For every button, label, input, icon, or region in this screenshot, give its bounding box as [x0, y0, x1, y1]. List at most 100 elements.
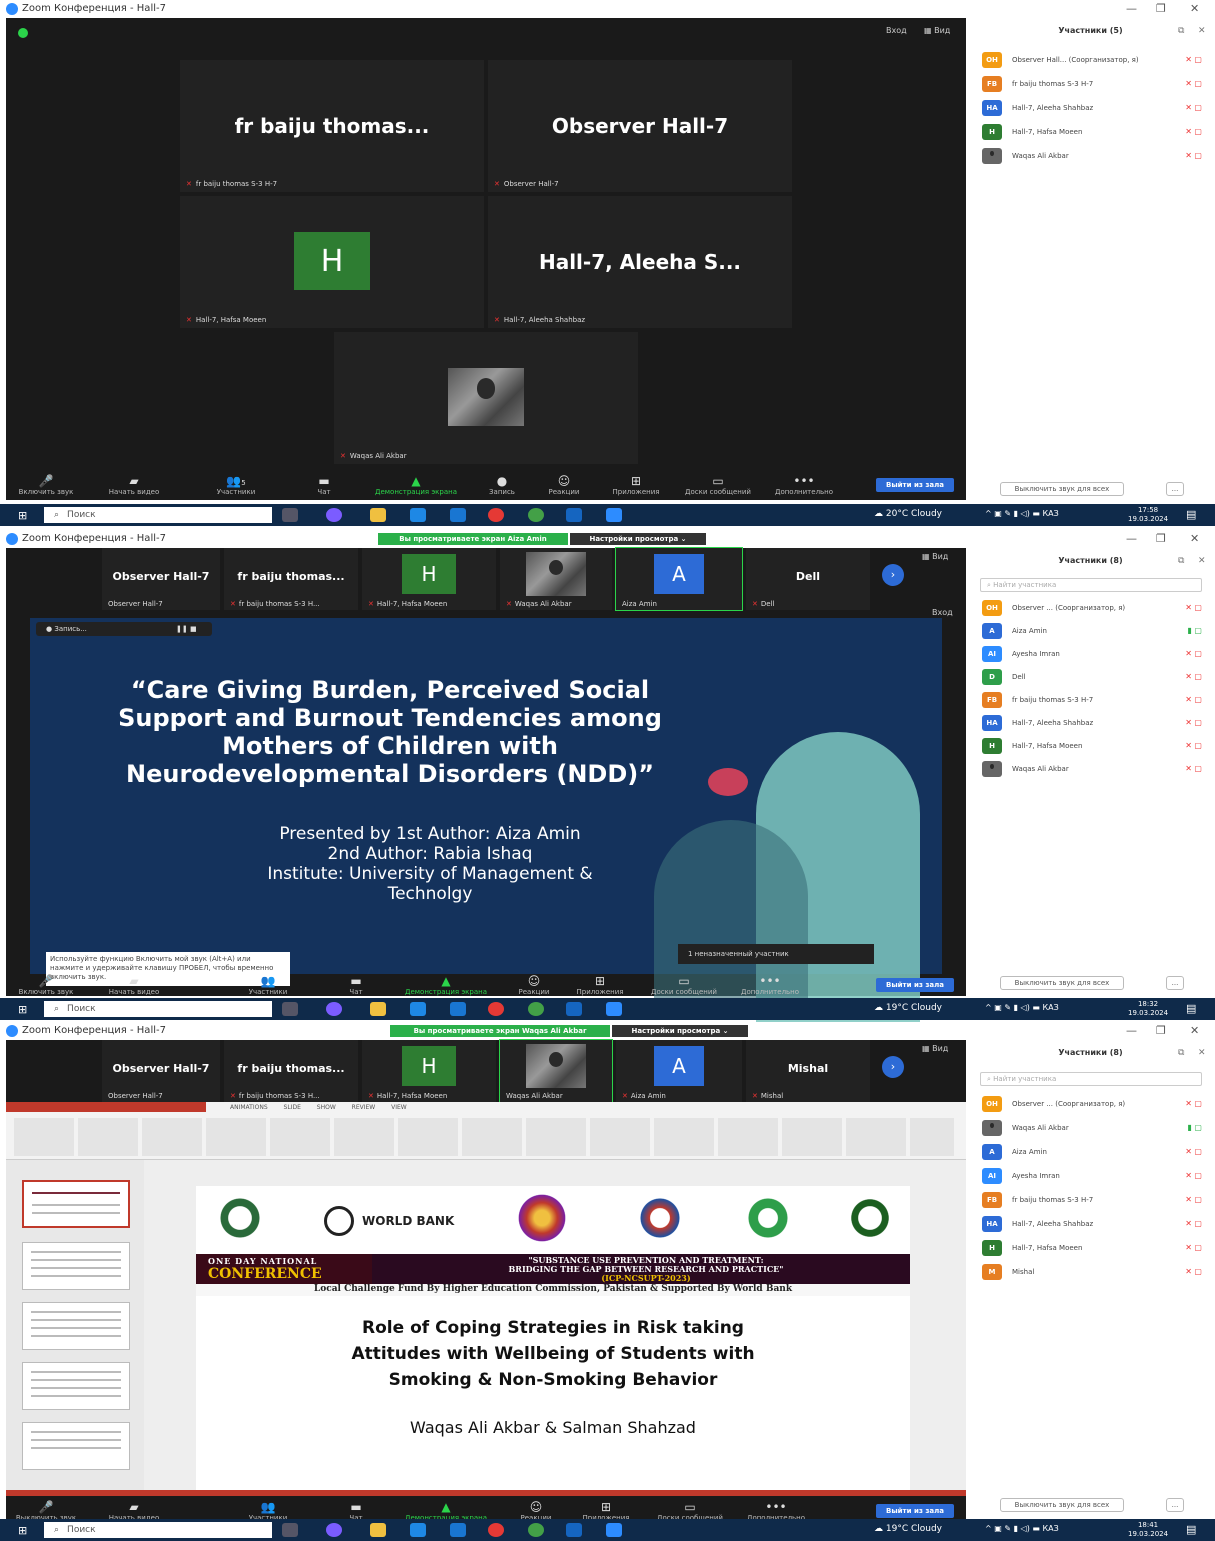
- zoom-app-icon[interactable]: [606, 1523, 622, 1537]
- clock[interactable]: 18:41 19.03.2024: [1128, 1521, 1168, 1539]
- minimize-icon[interactable]: —: [1126, 2, 1137, 15]
- strip-tile[interactable]: fr baiju thomas... ✕ fr baiju thomas S-3 H…: [224, 1040, 358, 1102]
- app-icon[interactable]: [326, 1002, 342, 1016]
- ppt-ribbon-groups[interactable]: [14, 1118, 954, 1156]
- participant-row[interactable]: HA Hall-7, Aleeha Shahbaz ✕ ▢: [982, 1216, 1202, 1234]
- slide-thumbnail[interactable]: [22, 1362, 130, 1410]
- file-explorer-icon[interactable]: [370, 508, 386, 522]
- notifications-icon[interactable]: ▤: [1186, 508, 1196, 521]
- close-panel-icon[interactable]: ✕: [1198, 26, 1206, 36]
- video-tile[interactable]: Observer Hall-7 ✕ Observer Hall-7: [488, 60, 792, 192]
- strip-tile[interactable]: Observer Hall-7 Observer Hall-7: [102, 548, 220, 610]
- reactions-button[interactable]: ☺ Реакции: [499, 974, 569, 996]
- leave-room-button[interactable]: Выйти из зала: [876, 978, 954, 992]
- participant-row[interactable]: FB fr baiju thomas S-3 H-7 ✕ ▢: [982, 76, 1202, 94]
- unassigned-notice[interactable]: 1 неназначенный участник: [678, 944, 874, 964]
- system-tray[interactable]: ^ ▣ ✎ ▮ ◁) ▬ КАЗ: [985, 509, 1059, 518]
- view-options-button[interactable]: Настройки просмотра ⌄: [612, 1025, 748, 1037]
- reactions-button[interactable]: ☺ Реакции: [529, 474, 599, 496]
- mail-icon[interactable]: [450, 1002, 466, 1016]
- participant-row[interactable]: AI Ayesha Imran ✕ ▢: [982, 646, 1202, 664]
- task-view-icon[interactable]: [282, 1523, 298, 1537]
- more-options-button[interactable]: ...: [1166, 976, 1184, 990]
- mail-icon[interactable]: [450, 1523, 466, 1537]
- clock[interactable]: 17:58 19.03.2024: [1128, 506, 1168, 524]
- popout-icon[interactable]: ⧉: [1178, 556, 1184, 566]
- restore-icon[interactable]: ❐: [1156, 2, 1166, 15]
- view-button[interactable]: ▦ Вид: [924, 26, 950, 35]
- participant-row[interactable]: AI Ayesha Imran ✕ ▢: [982, 1168, 1202, 1186]
- whiteboards-button[interactable]: ▭ Доски сообщений: [673, 474, 763, 496]
- view-options-button[interactable]: Настройки просмотра ⌄: [570, 533, 706, 545]
- close-icon[interactable]: ✕: [1190, 1024, 1199, 1037]
- view-button[interactable]: ▦ Вид: [922, 552, 948, 561]
- leave-room-button[interactable]: Выйти из зала: [876, 478, 954, 492]
- start-video-button[interactable]: ▰ Начать видео: [99, 474, 169, 496]
- next-page-icon[interactable]: ›: [882, 564, 904, 586]
- participant-row[interactable]: Waqas Ali Akbar ✕ ▢: [982, 761, 1202, 779]
- participant-search-input[interactable]: ⌕ Найти участника: [980, 1072, 1202, 1086]
- minimize-icon[interactable]: —: [1126, 1024, 1137, 1037]
- share-screen-button[interactable]: ▲ Демонстрация экрана: [396, 974, 496, 996]
- mute-all-button[interactable]: Выключить звук для всех: [1000, 976, 1124, 990]
- unmute-button[interactable]: 🎤 Включить звук: [11, 974, 81, 996]
- windows-start-icon[interactable]: ⊞: [18, 1524, 27, 1537]
- taskbar-search[interactable]: ⌕ Поиск: [44, 1001, 272, 1017]
- task-view-icon[interactable]: [282, 1002, 298, 1016]
- mute-all-button[interactable]: Выключить звук для всех: [1000, 482, 1124, 496]
- participant-row[interactable]: HA Hall-7, Aleeha Shahbaz ✕ ▢: [982, 715, 1202, 733]
- apps-button[interactable]: ⊞ Приложения: [565, 974, 635, 996]
- close-icon[interactable]: ✕: [1190, 532, 1199, 545]
- windows-start-icon[interactable]: ⊞: [18, 1003, 27, 1016]
- video-tile[interactable]: H ✕ Hall-7, Hafsa Moeen: [180, 196, 484, 328]
- slide-thumbnail[interactable]: [22, 1242, 130, 1290]
- slide-thumbnail[interactable]: [22, 1302, 130, 1350]
- weather-widget[interactable]: ☁ 19°C Cloudy: [874, 1524, 942, 1534]
- taskbar-search[interactable]: ⌕ Поиск: [44, 1522, 272, 1538]
- close-panel-icon[interactable]: ✕: [1198, 1048, 1206, 1058]
- participant-row[interactable]: Waqas Ali Akbar ▮ ▢: [982, 1120, 1202, 1138]
- video-tile[interactable]: Hall-7, Aleeha S... ✕ Hall-7, Aleeha Shah…: [488, 196, 792, 328]
- more-options-button[interactable]: ...: [1166, 482, 1184, 496]
- participant-row[interactable]: OH Observer ... (Соорганизатор, я) ✕ ▢: [982, 1096, 1202, 1114]
- strip-tile[interactable]: ✕ Waqas Ali Akbar: [500, 548, 612, 610]
- taskbar-search[interactable]: ⌕ Поиск: [44, 507, 272, 523]
- restore-icon[interactable]: ❐: [1156, 1024, 1166, 1037]
- clock[interactable]: 18:32 19.03.2024: [1128, 1000, 1168, 1018]
- slide-thumbnail[interactable]: [22, 1180, 130, 1228]
- slide-thumbnail[interactable]: [22, 1422, 130, 1470]
- strip-tile[interactable]: Waqas Ali Akbar: [499, 1039, 613, 1103]
- participant-row[interactable]: A Aiza Amin ▮ ▢: [982, 623, 1202, 641]
- ppt-tabs[interactable]: ANIMATIONS SLIDE SHOW REVIEW VIEW: [230, 1104, 407, 1111]
- chrome-icon[interactable]: [488, 508, 504, 522]
- more-options-button[interactable]: ...: [1166, 1498, 1184, 1512]
- calendar-icon[interactable]: [410, 1523, 426, 1537]
- participant-row[interactable]: H Hall-7, Hafsa Moeen ✕ ▢: [982, 738, 1202, 756]
- strip-tile[interactable]: Mishal ✕ Mishal: [746, 1040, 870, 1102]
- apps-button[interactable]: ⊞ Приложения: [601, 474, 671, 496]
- popout-icon[interactable]: ⧉: [1178, 26, 1184, 36]
- word-icon[interactable]: [566, 1523, 582, 1537]
- strip-tile[interactable]: A Aiza Amin: [615, 547, 743, 611]
- popout-icon[interactable]: ⧉: [1178, 1048, 1184, 1058]
- file-explorer-icon[interactable]: [370, 1523, 386, 1537]
- strip-tile[interactable]: A ✕ Aiza Amin: [616, 1040, 742, 1102]
- enter-link[interactable]: Вход: [886, 26, 907, 35]
- strip-tile[interactable]: fr baiju thomas... ✕ fr baiju thomas S-3 H…: [224, 548, 358, 610]
- record-button[interactable]: ● Запись: [467, 474, 537, 496]
- restore-icon[interactable]: ❐: [1156, 532, 1166, 545]
- participant-row[interactable]: FB fr baiju thomas S-3 H-7 ✕ ▢: [982, 1192, 1202, 1210]
- more-button[interactable]: ••• Дополнительно: [735, 974, 805, 996]
- participant-row[interactable]: H Hall-7, Hafsa Moeen ✕ ▢: [982, 1240, 1202, 1258]
- unmute-button[interactable]: 🎤 Включить звук: [11, 474, 81, 496]
- chrome-profile-icon[interactable]: [528, 508, 544, 522]
- share-screen-button[interactable]: ▲ Демонстрация экрана: [366, 474, 466, 496]
- word-icon[interactable]: [566, 508, 582, 522]
- participant-row[interactable]: A Aiza Amin ✕ ▢: [982, 1144, 1202, 1162]
- app-icon[interactable]: [326, 1523, 342, 1537]
- chrome-profile-icon[interactable]: [528, 1002, 544, 1016]
- strip-tile[interactable]: H ✕ Hall-7, Hafsa Moeen: [362, 548, 496, 610]
- chrome-icon[interactable]: [488, 1523, 504, 1537]
- participant-row[interactable]: HA Hall-7, Aleeha Shahbaz ✕ ▢: [982, 100, 1202, 118]
- participant-row[interactable]: FB fr baiju thomas S-3 H-7 ✕ ▢: [982, 692, 1202, 710]
